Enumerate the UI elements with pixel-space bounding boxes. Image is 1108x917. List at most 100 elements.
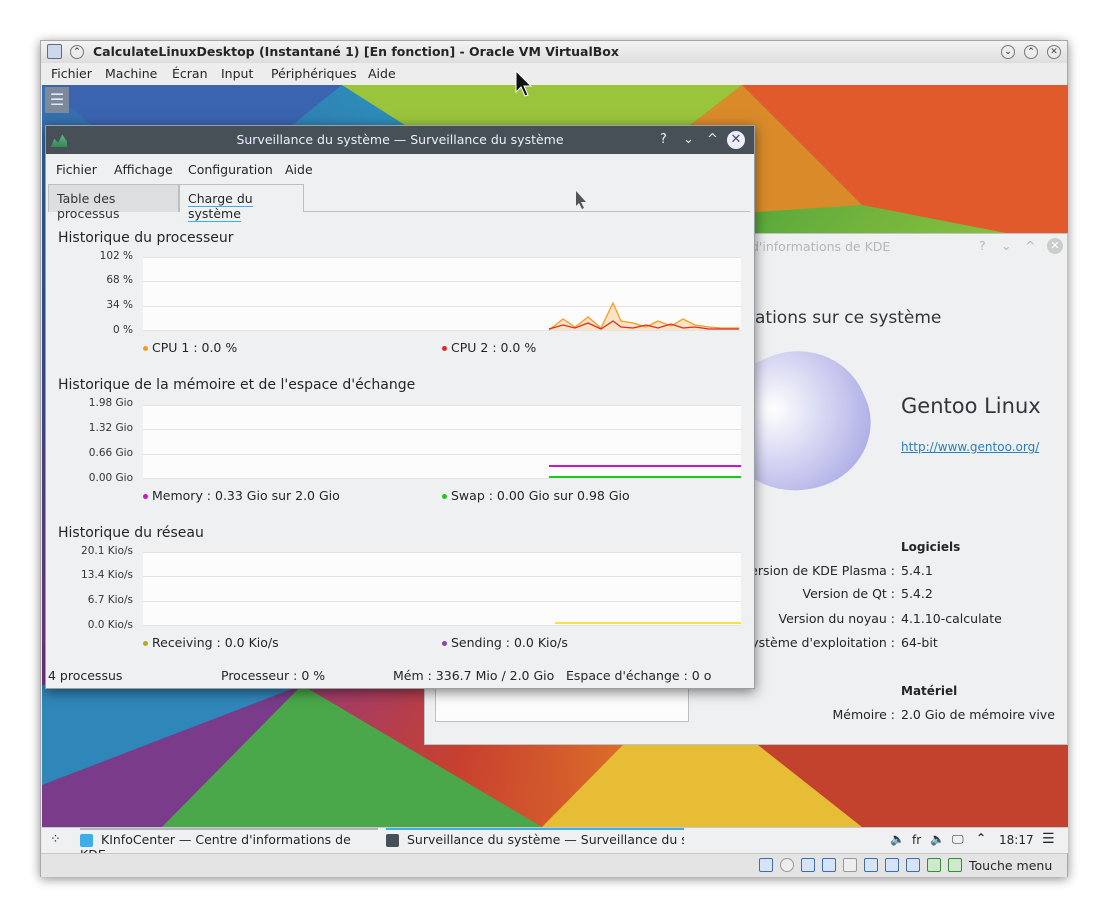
display-icon[interactable]: [864, 858, 878, 872]
cpu-plot: [143, 257, 741, 331]
memory-legend: Memory : 0.33 Gio sur 2.0 Gio: [143, 488, 340, 503]
memory-line: [549, 465, 741, 467]
usb-icon[interactable]: [822, 858, 836, 872]
kinfo-maximize-button[interactable]: ^: [1025, 238, 1035, 253]
distro-name: Gentoo Linux: [901, 394, 1041, 418]
cpu1-legend-label: CPU 1 : 0.0 %: [152, 340, 238, 355]
vbox-titlebar[interactable]: ⌃ CalculateLinuxDesktop (Instantané 1) […: [41, 41, 1067, 63]
application-launcher-icon[interactable]: ⁘: [50, 832, 61, 847]
software-value-qt: 5.4.2: [901, 586, 933, 601]
net-ytick: 6.7 Kio/s: [87, 594, 133, 606]
vbox-menu-peripheriques[interactable]: Périphériques: [271, 66, 357, 81]
clock[interactable]: 18:17: [999, 833, 1034, 847]
cpu2-legend-label: CPU 2 : 0.0 %: [451, 340, 537, 355]
mem-ytick: 1.32 Gio: [88, 422, 133, 434]
host-key-arrow-icon[interactable]: [948, 858, 962, 872]
task-ksysguard[interactable]: Surveillance du système — Surveillance d…: [386, 832, 684, 852]
ksg-minimize-button[interactable]: ⌄: [683, 132, 694, 147]
optical-drive-icon[interactable]: [780, 858, 794, 872]
software-value-kernel: 4.1.10-calculate: [901, 611, 1002, 626]
panel-options-icon[interactable]: ☰: [1042, 831, 1055, 847]
virtualbox-window: ⌃ CalculateLinuxDesktop (Instantané 1) […: [40, 40, 1068, 877]
software-value-plasma: 5.4.1: [901, 563, 933, 578]
tab-system-load[interactable]: Charge du système: [179, 184, 304, 222]
swap-legend-label: Swap : 0.00 Gio sur 0.98 Gio: [451, 488, 630, 503]
receiving-legend-label: Receiving : 0.0 Kio/s: [152, 635, 279, 650]
tray-expand-icon[interactable]: ⌃: [976, 831, 986, 845]
ksg-menu-affichage[interactable]: Affichage: [114, 162, 173, 177]
cpu-ytick: 0 %: [113, 324, 133, 336]
hardware-label-memory: Mémoire :: [832, 707, 895, 722]
receiving-legend: Receiving : 0.0 Kio/s: [143, 635, 279, 650]
vbox-close-button[interactable]: ✕: [1047, 45, 1061, 59]
ksg-title: Surveillance du système — Surveillance d…: [236, 132, 564, 147]
vbox-menu-ecran[interactable]: Écran: [172, 66, 208, 81]
mouse-cursor-icon: [515, 70, 533, 97]
ksg-help-button[interactable]: ?: [660, 132, 667, 147]
kinfo-close-button[interactable]: ✕: [1047, 238, 1063, 254]
vbox-menu-machine[interactable]: Machine: [105, 66, 157, 81]
network-icon[interactable]: 🖵: [952, 832, 964, 847]
vbox-title: CalculateLinuxDesktop (Instantané 1) [En…: [93, 44, 619, 59]
task-kinfocenter-indicator: [80, 828, 378, 830]
net-ytick: 0.0 Kio/s: [87, 619, 133, 631]
net-ytick: 20.1 Kio/s: [81, 545, 133, 557]
status-swap: Espace d'échange : 0 o: [566, 668, 712, 683]
mem-ytick: 0.00 Gio: [88, 472, 133, 484]
volume-icon[interactable]: 🔈: [890, 832, 905, 846]
vbox-menu-aide[interactable]: Aide: [368, 66, 396, 81]
hardware-header: Matériel: [901, 684, 958, 698]
kinfo-title: d'informations de KDE: [751, 239, 891, 254]
cpu-indicator-icon[interactable]: [906, 858, 920, 872]
vbox-statusbar: Touche menu: [41, 853, 1067, 877]
network-adapter-icon[interactable]: [801, 858, 815, 872]
vbox-minimize-button[interactable]: ⌄: [1001, 45, 1015, 59]
memory-legend-label: Memory : 0.33 Gio sur 2.0 Gio: [152, 488, 340, 503]
kinfo-heading: ations sur ce système: [755, 308, 942, 328]
sending-legend: Sending : 0.0 Kio/s: [442, 635, 568, 650]
distro-url-link[interactable]: http://www.gentoo.org/: [901, 440, 1039, 454]
vbox-menu-input[interactable]: Input: [221, 66, 253, 81]
audio-icon[interactable]: 🔈: [930, 832, 945, 846]
memory-plot: [143, 405, 741, 479]
mem-ytick: 0.66 Gio: [88, 447, 133, 459]
mouse-integration-icon[interactable]: [927, 858, 941, 872]
cpu-ytick: 102 %: [99, 250, 133, 262]
status-cpu: Processeur : 0 %: [221, 668, 326, 683]
vbox-maximize-button[interactable]: ⌃: [1024, 45, 1038, 59]
keyboard-layout-indicator[interactable]: fr: [912, 833, 921, 847]
task-kinfocenter[interactable]: KInfoCenter — Centre d'informations de K…: [80, 832, 378, 862]
sending-legend-label: Sending : 0.0 Kio/s: [451, 635, 568, 650]
ksg-menu-fichier[interactable]: Fichier: [56, 162, 97, 177]
memory-history-title: Historique de la mémoire et de l'espace …: [58, 377, 416, 393]
host-key-label: Touche menu: [969, 858, 1053, 873]
video-capture-icon[interactable]: [885, 858, 899, 872]
ksg-maximize-button[interactable]: ^: [707, 132, 718, 147]
cpu-ytick: 34 %: [106, 299, 133, 311]
ksysguard-window: Surveillance du système — Surveillance d…: [45, 125, 755, 689]
ksg-menu-configuration[interactable]: Configuration: [188, 162, 273, 177]
kinfo-minimize-button[interactable]: ⌄: [1001, 238, 1011, 253]
mouse-cursor-ghost-icon: [576, 191, 586, 209]
shared-folders-icon[interactable]: [843, 858, 857, 872]
cpu1-legend: CPU 1 : 0.0 %: [143, 340, 237, 355]
task-ksysguard-indicator: [386, 828, 684, 830]
cpu-graph: [548, 301, 739, 331]
ksg-close-button[interactable]: ✕: [727, 131, 745, 149]
software-value-os: 64-bit: [901, 635, 938, 650]
hamburger-menu-icon[interactable]: ☰: [45, 87, 69, 113]
task-ksysguard-label: Surveillance du système — Surveillance d…: [407, 832, 684, 847]
vbox-menubar: Fichier Machine Écran Input Périphérique…: [41, 63, 1067, 85]
ksg-menu-aide[interactable]: Aide: [285, 162, 313, 177]
swap-legend: Swap : 0.00 Gio sur 0.98 Gio: [442, 488, 630, 503]
status-memory: Mém : 336.7 Mio / 2.0 Gio: [393, 668, 555, 683]
vbox-menu-fichier[interactable]: Fichier: [51, 66, 92, 81]
tab-system-load-label: Charge du système: [188, 191, 253, 222]
hard-disk-icon[interactable]: [759, 858, 773, 872]
plasma-taskbar: ⁘ KInfoCenter — Centre d'informations de…: [42, 827, 1068, 862]
kinfo-help-button[interactable]: ?: [979, 238, 986, 253]
keep-above-icon[interactable]: ⌃: [70, 45, 84, 59]
receiving-line: [555, 622, 741, 624]
tab-process-table[interactable]: Table des processus: [48, 184, 179, 221]
ksg-titlebar[interactable]: Surveillance du système — Surveillance d…: [46, 126, 754, 154]
